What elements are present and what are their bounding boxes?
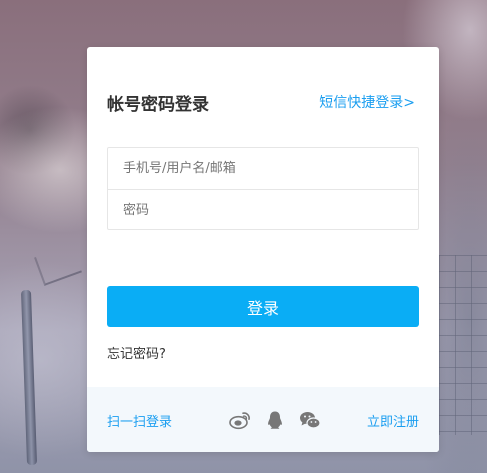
password-input[interactable] [108,189,418,230]
wechat-icon[interactable] [299,410,321,430]
username-input[interactable] [108,148,418,189]
login-button[interactable]: 登录 [107,286,419,327]
login-title: 帐号密码登录 [107,94,209,115]
login-footer: 扫一扫登录 立即注册 [87,387,439,452]
login-header: 帐号密码登录 短信快捷登录> [107,90,415,115]
sms-login-link[interactable]: 短信快捷登录> [319,92,415,112]
qq-icon[interactable] [264,410,286,430]
register-link[interactable]: 立即注册 [367,411,419,430]
credentials-fields [107,147,419,230]
qr-login-link[interactable]: 扫一扫登录 [107,411,172,430]
background-keyboard [439,255,487,435]
weibo-icon[interactable] [229,410,251,430]
login-card: 帐号密码登录 短信快捷登录> 登录 忘记密码? 扫一扫登录 [87,47,439,452]
forgot-password-link[interactable]: 忘记密码? [107,343,166,362]
social-login-icons [229,410,321,430]
